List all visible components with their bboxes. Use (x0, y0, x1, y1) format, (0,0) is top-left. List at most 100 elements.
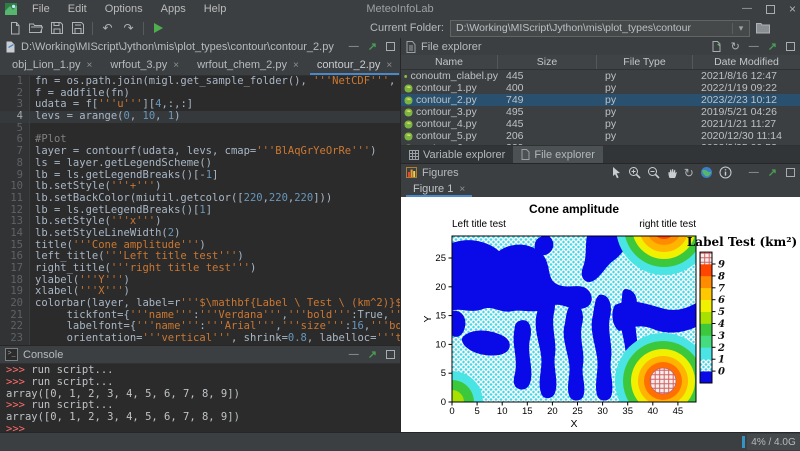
close-icon[interactable]: × (173, 60, 179, 71)
window-maximize-button[interactable] (766, 5, 775, 14)
editor-panel: D:\Working\MIScript\Jython\mis\plot_type… (0, 38, 401, 345)
figure-canvas[interactable]: Cone amplitude Left title test right tit… (401, 197, 800, 434)
line-number: 7 (0, 146, 30, 158)
variable-grid-icon (409, 150, 419, 160)
window-minimize-button[interactable]: — (742, 0, 752, 18)
zoom-out-icon[interactable] (647, 166, 660, 179)
code-line[interactable]: 14lb.setStyleLineWidth(2) (0, 228, 400, 240)
pan-hand-icon[interactable] (666, 166, 678, 179)
file-cell: py (597, 94, 693, 106)
code-editor[interactable]: 1fn = os.path.join(migl.get_sample_folde… (0, 76, 400, 345)
code-line[interactable]: 23 orientation='''vertical''', shrink=0.… (0, 333, 400, 345)
panel-minimize-icon[interactable]: — (349, 349, 359, 360)
code-line[interactable]: 8ls = layer.getLegendScheme() (0, 158, 400, 170)
memory-usage[interactable]: 4% / 4.0G (747, 434, 800, 450)
colorbar: 0123456789 (700, 252, 725, 383)
editor-tab-bar: obj_Lion_1.py×wrfout_3.py×wrfout_chem_2.… (0, 55, 400, 76)
panel-float-icon[interactable]: ↗ (768, 166, 777, 179)
tab-figure-1[interactable]: Figure 1 × (404, 181, 474, 197)
svg-text:7: 7 (718, 283, 725, 294)
svg-text:4: 4 (718, 319, 725, 330)
panel-float-icon[interactable]: ↗ (368, 40, 377, 53)
menu-options[interactable]: Options (96, 0, 152, 18)
menu-apps[interactable]: Apps (152, 0, 195, 18)
refresh-icon[interactable]: ↻ (731, 41, 740, 53)
column-header-name[interactable]: Name (401, 55, 498, 69)
editor-tab-contour_2.py[interactable]: contour_2.py× (308, 55, 401, 75)
window-close-button[interactable]: × (789, 0, 796, 18)
globe-icon[interactable] (700, 166, 713, 179)
column-header-size[interactable]: Size (498, 55, 597, 69)
identify-info-icon[interactable] (719, 166, 732, 179)
file-explorer-header: File explorer ↻ — ↗ (401, 38, 800, 56)
pointer-icon[interactable] (610, 166, 622, 179)
close-icon[interactable]: × (87, 60, 93, 71)
zoom-in-icon[interactable] (628, 166, 641, 179)
panel-float-icon[interactable]: ↗ (368, 348, 377, 361)
tab-label: Variable explorer (423, 149, 505, 161)
line-number: 20 (0, 298, 30, 310)
file-cell: py (597, 130, 693, 142)
file-row-contour_2.py[interactable]: contour_2.py749py2023/2/23 10:12 (401, 94, 800, 106)
python-file-icon (404, 96, 413, 105)
editor-tab-label: obj_Lion_1.py (12, 59, 81, 71)
svg-text:5: 5 (718, 307, 725, 318)
panel-maximize-icon[interactable] (386, 350, 395, 359)
file-cell: 2021/1/21 11:27 (693, 118, 800, 130)
current-folder-combobox[interactable]: D:\Working\MIScript\Jython\mis\plot_type… (450, 20, 750, 37)
file-row-contour_4.py[interactable]: contour_4.py445py2021/1/21 11:27 (401, 118, 800, 130)
save-as-button[interactable] (67, 19, 88, 37)
console-output[interactable]: >>> run script...>>> run script...array(… (0, 363, 400, 434)
column-header-date-modified[interactable]: Date Modified (693, 55, 800, 69)
code-line[interactable]: 17right_title('''right title test''') (0, 263, 400, 275)
line-number: 1 (0, 76, 30, 88)
close-icon[interactable]: × (386, 60, 392, 71)
save-as-icon (72, 22, 84, 34)
panel-maximize-icon[interactable] (386, 42, 395, 51)
rotate-icon[interactable]: ↻ (684, 167, 694, 179)
save-button[interactable] (46, 19, 67, 37)
svg-text:5: 5 (474, 406, 479, 417)
menu-file[interactable]: File (23, 0, 59, 18)
file-row-contour_5.py[interactable]: contour_5.py206py2020/12/30 11:14 (401, 130, 800, 142)
editor-tab-obj_Lion_1.py[interactable]: obj_Lion_1.py × (3, 55, 101, 75)
run-script-button[interactable] (148, 19, 169, 37)
file-name: conoutm_clabel.py (401, 70, 498, 82)
close-icon[interactable]: × (459, 184, 465, 195)
menu-edit[interactable]: Edit (59, 0, 96, 18)
panel-maximize-icon[interactable] (786, 168, 795, 177)
x-axis-ticks: 051015202530354045 (449, 402, 683, 417)
code-line[interactable]: 1fn = os.path.join(migl.get_sample_folde… (0, 76, 400, 88)
figures-title: Figures (422, 167, 459, 179)
new-file-icon[interactable] (711, 41, 722, 52)
editor-tab-wrfout_3.py[interactable]: wrfout_3.py × (101, 55, 188, 75)
undo-button[interactable]: ↶ (97, 19, 118, 37)
code-line[interactable]: 4levs = arange(0, 10, 1) (0, 111, 400, 123)
file-row-conoutm_clabel.py[interactable]: conoutm_clabel.py445py2021/8/16 12:47 (401, 70, 800, 82)
new-file-button[interactable] (4, 19, 25, 37)
panel-float-icon[interactable]: ↗ (768, 40, 777, 53)
file-row-contour_1.py[interactable]: contour_1.py400py2022/1/19 09:22 (401, 82, 800, 94)
panel-maximize-icon[interactable] (786, 42, 795, 51)
menu-help[interactable]: Help (195, 0, 236, 18)
editor-tab-wrfout_chem_2.py[interactable]: wrfout_chem_2.py× (188, 55, 308, 75)
redo-button[interactable]: ↷ (118, 19, 139, 37)
figure-tab-bar: Figure 1 × (401, 181, 800, 198)
file-table-header: NameSizeFile TypeDate Modified (401, 55, 800, 70)
file-cell: 2023/2/23 10:12 (693, 94, 800, 106)
editor-tab-label: wrfout_3.py (110, 59, 167, 71)
chevron-down-icon[interactable]: ▾ (732, 23, 749, 34)
panel-minimize-icon[interactable]: — (749, 41, 759, 52)
file-cell: py (597, 82, 693, 94)
tab-file-explorer[interactable]: File explorer (513, 146, 603, 163)
python-file-icon (404, 120, 413, 129)
tab-variable-explorer[interactable]: Variable explorer (401, 146, 513, 163)
file-cell: 445 (498, 118, 597, 130)
panel-minimize-icon[interactable]: — (349, 41, 359, 52)
close-icon[interactable]: × (293, 60, 299, 71)
browse-folder-button[interactable] (756, 22, 770, 34)
open-folder-button[interactable] (25, 19, 46, 37)
panel-minimize-icon[interactable]: — (749, 167, 759, 178)
column-header-file-type[interactable]: File Type (597, 55, 693, 69)
file-row-contour_3.py[interactable]: contour_3.py495py2019/5/21 04:26 (401, 106, 800, 118)
